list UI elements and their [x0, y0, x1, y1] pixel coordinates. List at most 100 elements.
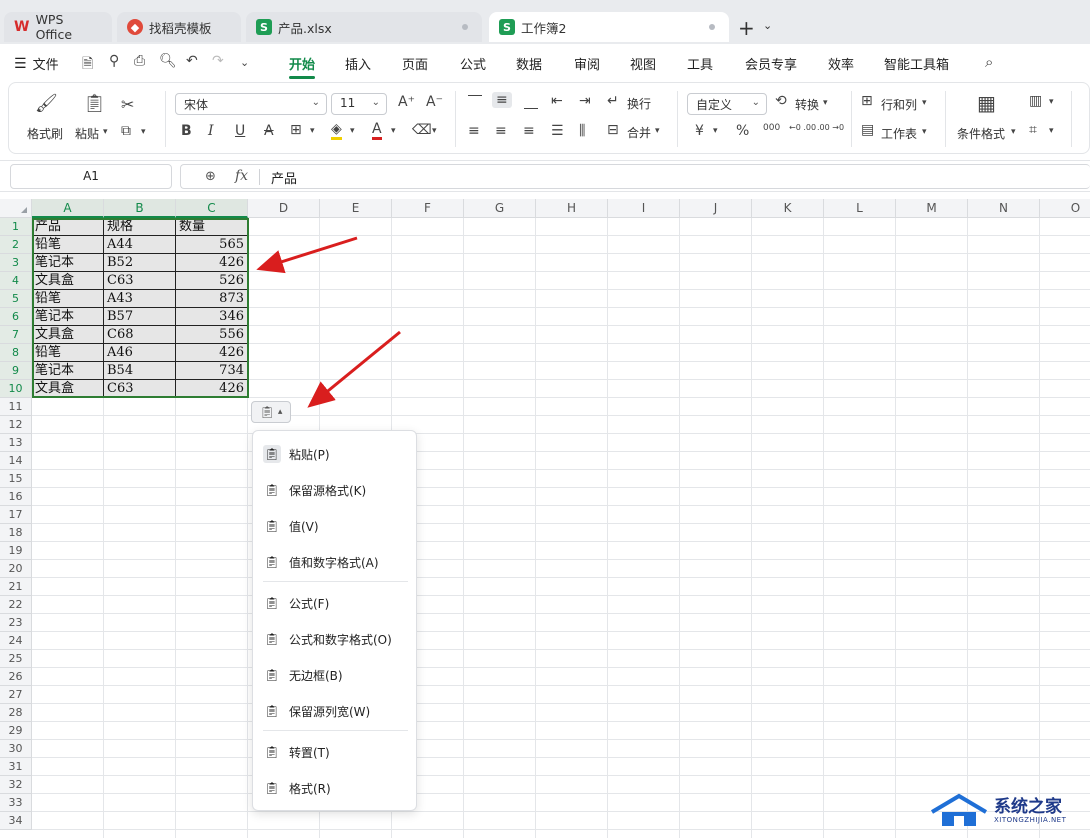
menu-smart-toolbox[interactable]: 智能工具箱: [884, 54, 949, 73]
column-header-m[interactable]: M: [896, 199, 968, 218]
merge-cells-button[interactable]: 合并: [627, 124, 651, 141]
undo-icon[interactable]: ↶: [186, 53, 198, 69]
row-header-3[interactable]: 3: [0, 254, 32, 272]
paste-menu-item[interactable]: 📋︎ 无边框(B): [263, 661, 408, 689]
convert-dropdown-icon[interactable]: ▾: [823, 98, 828, 108]
formula-input-area[interactable]: ⊕ fx 产品: [180, 164, 1090, 189]
cell-c2[interactable]: 565: [176, 236, 248, 254]
cell-a6[interactable]: 笔记本: [32, 308, 104, 326]
strikethrough-button[interactable]: A: [264, 123, 274, 139]
conditional-format-dropdown-icon[interactable]: ▾: [1011, 127, 1016, 137]
column-header-h[interactable]: H: [536, 199, 608, 218]
row-header-29[interactable]: 29: [0, 722, 32, 740]
merge-cells-icon[interactable]: ⊟: [607, 122, 619, 138]
cell-a9[interactable]: 笔记本: [32, 362, 104, 380]
row-header-27[interactable]: 27: [0, 686, 32, 704]
select-all-corner[interactable]: [0, 199, 32, 218]
zoom-formula-icon[interactable]: ⊕: [205, 169, 216, 184]
row-header-10[interactable]: 10: [0, 380, 32, 398]
file-menu[interactable]: ☰ 文件: [14, 54, 59, 74]
paste-button[interactable]: 粘贴: [75, 125, 99, 142]
conditional-format-button[interactable]: 条件格式: [957, 125, 1005, 142]
cell-a8[interactable]: 铅笔: [32, 344, 104, 362]
search-icon[interactable]: ⌕: [985, 53, 993, 71]
quick-access-chevron-icon[interactable]: ⌄: [240, 56, 249, 69]
cell-a2[interactable]: 铅笔: [32, 236, 104, 254]
row-header-13[interactable]: 13: [0, 434, 32, 452]
menu-tools[interactable]: 工具: [687, 54, 713, 73]
save-icon[interactable]: 🗎: [82, 53, 93, 77]
increase-font-icon[interactable]: A⁺: [398, 94, 415, 110]
rows-cols-dropdown-icon[interactable]: ▾: [922, 98, 927, 108]
paste-options-button[interactable]: 📋︎ ▴: [251, 401, 291, 423]
fill-color-dropdown-icon[interactable]: ▾: [350, 126, 355, 136]
menu-insert[interactable]: 插入: [345, 54, 371, 73]
borders-icon[interactable]: ⊞: [290, 122, 302, 138]
cell-c5[interactable]: 873: [176, 290, 248, 308]
increase-indent-icon[interactable]: ⇥: [579, 93, 591, 109]
bold-button[interactable]: B: [181, 123, 192, 139]
cell-b2[interactable]: A44: [104, 236, 176, 254]
column-header-o[interactable]: O: [1040, 199, 1090, 218]
menu-formula[interactable]: 公式: [460, 54, 486, 73]
align-middle-icon[interactable]: ≡: [492, 92, 512, 108]
italic-button[interactable]: I: [208, 123, 214, 139]
row-header-31[interactable]: 31: [0, 758, 32, 776]
paste-menu-item[interactable]: 📋︎ 值(V): [263, 512, 408, 540]
row-header-16[interactable]: 16: [0, 488, 32, 506]
row-header-19[interactable]: 19: [0, 542, 32, 560]
new-tab-plus-icon[interactable]: +: [738, 16, 755, 40]
column-header-k[interactable]: K: [752, 199, 824, 218]
tab-docer[interactable]: ◆ 找稻壳模板: [117, 12, 241, 42]
cell-c1[interactable]: 数量: [176, 218, 248, 236]
column-header-g[interactable]: G: [464, 199, 536, 218]
row-header-28[interactable]: 28: [0, 704, 32, 722]
row-header-8[interactable]: 8: [0, 344, 32, 362]
row-header-20[interactable]: 20: [0, 560, 32, 578]
table-border-dropdown-icon[interactable]: ▾: [1049, 126, 1054, 136]
redo-icon[interactable]: ↷: [212, 53, 224, 69]
paste-menu-item[interactable]: 📋︎ 公式和数字格式(O): [263, 625, 408, 653]
wrap-text-button[interactable]: 换行: [627, 95, 651, 112]
worksheet-button[interactable]: 工作表: [881, 125, 917, 142]
cell-a3[interactable]: 笔记本: [32, 254, 104, 272]
menu-data[interactable]: 数据: [516, 54, 542, 73]
cell-c3[interactable]: 426: [176, 254, 248, 272]
number-format-dropdown[interactable]: 自定义 ⌄: [687, 93, 767, 115]
cell-b3[interactable]: B52: [104, 254, 176, 272]
font-name-dropdown[interactable]: 宋体 ⌄: [175, 93, 327, 115]
align-left-icon[interactable]: ≡: [468, 123, 480, 139]
underline-button[interactable]: U: [235, 123, 245, 139]
wrap-text-icon[interactable]: ↵: [607, 93, 619, 109]
row-header-12[interactable]: 12: [0, 416, 32, 434]
cell-b10[interactable]: C63: [104, 380, 176, 398]
menu-efficiency[interactable]: 效率: [828, 54, 854, 73]
cut-icon[interactable]: ✂: [121, 95, 134, 114]
paste-menu-item[interactable]: 📋︎ 粘贴(P): [263, 440, 408, 468]
row-header-1[interactable]: 1: [0, 218, 32, 236]
worksheet-dropdown-icon[interactable]: ▾: [922, 127, 927, 137]
column-header-a[interactable]: A: [32, 199, 104, 218]
row-header-25[interactable]: 25: [0, 650, 32, 668]
cell-c6[interactable]: 346: [176, 308, 248, 326]
cell-style-icon[interactable]: ▥: [1029, 93, 1042, 109]
paste-menu-item[interactable]: 📋︎ 格式(R): [263, 774, 408, 802]
row-header-11[interactable]: 11: [0, 398, 32, 416]
menu-view[interactable]: 视图: [630, 54, 656, 73]
row-header-23[interactable]: 23: [0, 614, 32, 632]
menu-page[interactable]: 页面: [402, 54, 428, 73]
row-header-6[interactable]: 6: [0, 308, 32, 326]
increase-decimal-button[interactable]: ←0 .00: [789, 123, 816, 132]
row-header-7[interactable]: 7: [0, 326, 32, 344]
row-header-24[interactable]: 24: [0, 632, 32, 650]
percent-button[interactable]: %: [736, 123, 749, 139]
cell-b8[interactable]: A46: [104, 344, 176, 362]
currency-button[interactable]: ¥: [695, 123, 704, 139]
row-header-15[interactable]: 15: [0, 470, 32, 488]
cell-style-dropdown-icon[interactable]: ▾: [1049, 97, 1054, 107]
rows-cols-button[interactable]: 行和列: [881, 96, 917, 113]
cell-b9[interactable]: B54: [104, 362, 176, 380]
copy-icon[interactable]: ⧉: [121, 123, 131, 139]
format-painter-button[interactable]: 格式刷: [27, 125, 63, 142]
cell-c8[interactable]: 426: [176, 344, 248, 362]
